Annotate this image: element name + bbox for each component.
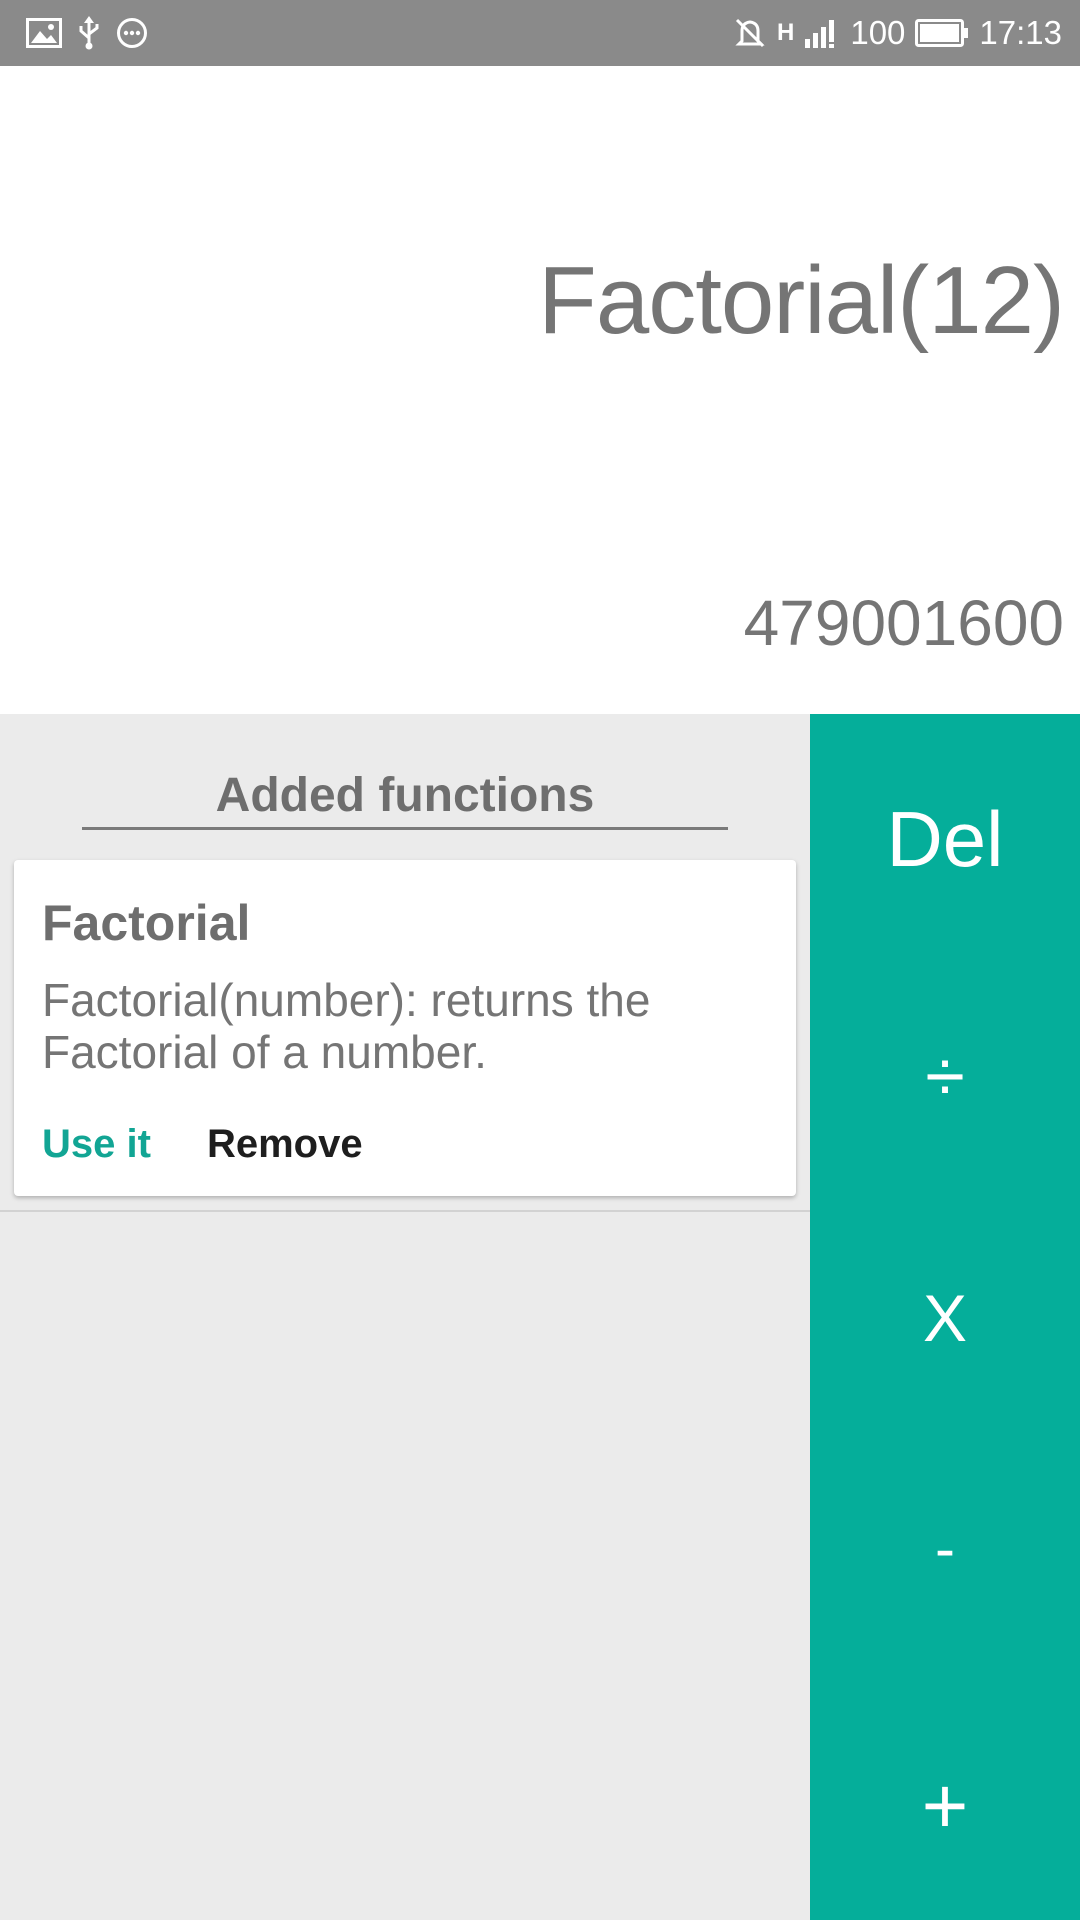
function-actions: Use it Remove	[42, 1122, 363, 1167]
mute-icon	[733, 16, 767, 50]
use-it-button[interactable]: Use it	[42, 1122, 151, 1167]
battery-icon	[915, 19, 969, 47]
calculator-display: Factorial(12) 479001600	[0, 66, 1080, 714]
add-button[interactable]: +	[810, 1760, 1080, 1852]
clock: 17:13	[979, 14, 1062, 51]
signal-icon	[804, 17, 840, 49]
result-display: 479001600	[743, 587, 1064, 659]
network-type: H	[777, 19, 795, 46]
expression-display[interactable]: Factorial(12)	[538, 246, 1065, 356]
multiply-button[interactable]: X	[810, 1280, 1080, 1356]
battery-level: 100	[850, 14, 906, 51]
status-bar: H 100 17:13	[0, 0, 1080, 66]
divide-button[interactable]: ÷	[810, 1036, 1080, 1118]
operator-pad: Del ÷ X - +	[810, 714, 1080, 1920]
more-icon	[116, 17, 148, 49]
usb-icon	[76, 16, 102, 50]
subtract-button[interactable]: -	[810, 1514, 1080, 1583]
functions-panel: Added functions Factorial Factorial(numb…	[0, 714, 810, 1920]
divider	[0, 1210, 810, 1212]
delete-button[interactable]: Del	[810, 794, 1080, 885]
function-description: Factorial(number): returns the Factorial…	[42, 974, 651, 1078]
panel-title: Added functions	[82, 770, 728, 830]
image-icon	[26, 18, 62, 48]
function-card: Factorial Factorial(number): returns the…	[14, 860, 796, 1196]
remove-button[interactable]: Remove	[207, 1122, 363, 1167]
function-title: Factorial	[42, 895, 251, 951]
